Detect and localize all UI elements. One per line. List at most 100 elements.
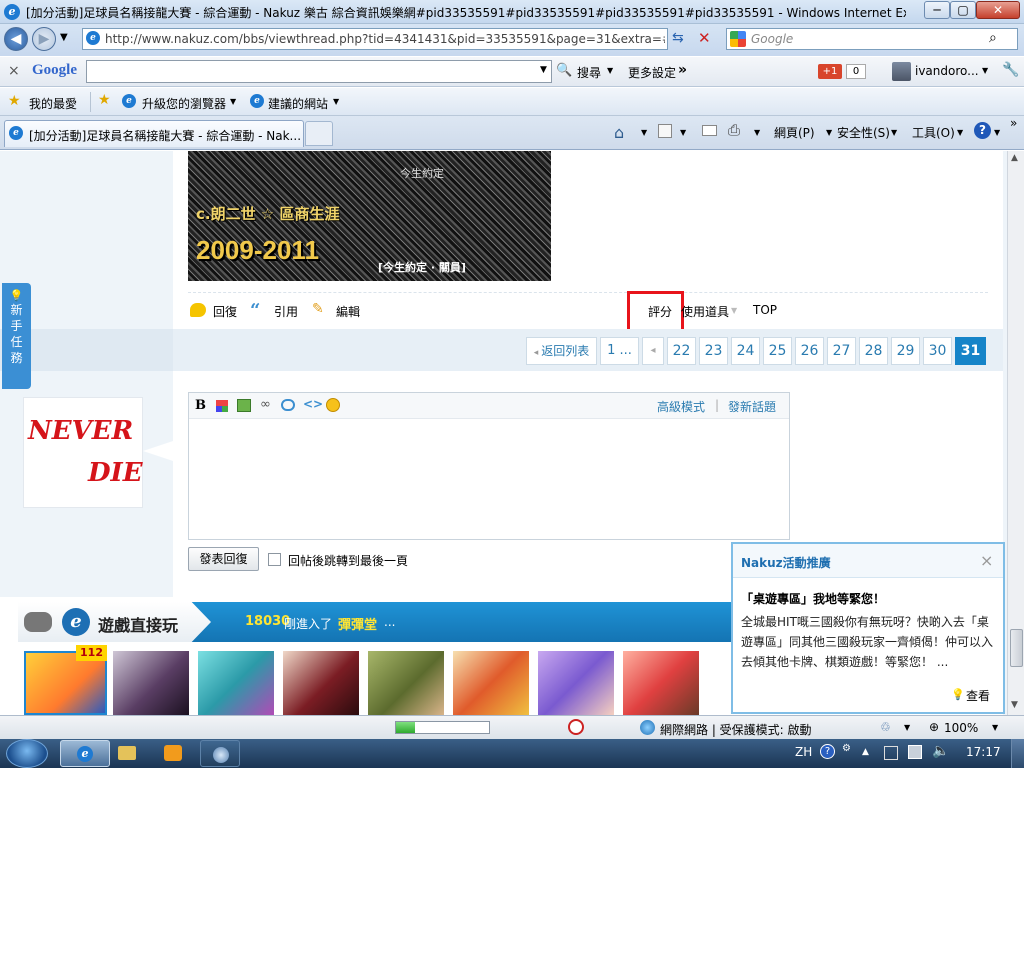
upgrade-browser-link[interactable]: 升級您的瀏覽器 — [142, 95, 226, 112]
help-dropdown-icon[interactable]: ▼ — [994, 128, 1000, 137]
taskbar-clock[interactable]: 17:17 — [966, 745, 1001, 759]
game-thumbnail-8[interactable] — [623, 651, 699, 715]
insert-link-icon[interactable]: ∞ — [260, 397, 271, 412]
toolbar-close-icon[interactable]: × — [8, 63, 20, 79]
use-tools-dropdown-icon[interactable]: ▼ — [731, 306, 737, 315]
insert-quote-bubble-icon[interactable] — [281, 399, 295, 411]
page-link-26[interactable]: 26 — [795, 337, 824, 365]
search-icon[interactable]: ⌕ — [989, 30, 997, 46]
wrench-settings-icon[interactable]: 🔧 — [1002, 62, 1019, 78]
rate-button[interactable]: 評分 — [648, 303, 672, 320]
game-thumbnail-5[interactable] — [368, 651, 444, 715]
back-arrow-icon[interactable]: ◀ — [4, 27, 28, 51]
new-tab-button[interactable] — [305, 121, 333, 146]
active-tab[interactable]: e [加分活動]足球員名稱接龍大賽 - 綜合運動 - Nak... — [4, 120, 304, 147]
safety-menu[interactable]: 安全性(S) — [837, 124, 890, 141]
home-icon[interactable]: ⌂ — [614, 123, 624, 142]
new-topic-link[interactable]: 發新話題 — [728, 398, 776, 415]
quote-button[interactable]: 引用 — [274, 303, 298, 320]
game-thumbnail-7[interactable] — [538, 651, 614, 715]
print-icon[interactable]: ⎙ — [728, 121, 740, 139]
safety-menu-dropdown-icon[interactable]: ▼ — [891, 128, 897, 137]
page-link-29[interactable]: 29 — [891, 337, 920, 365]
input-language-indicator[interactable]: ZH — [795, 745, 812, 759]
google-search-button[interactable]: 搜尋 — [577, 64, 601, 81]
help-icon[interactable]: ? — [974, 122, 991, 139]
reply-button[interactable]: 回復 — [213, 303, 237, 320]
page-menu[interactable]: 網頁(P) — [774, 124, 815, 141]
insert-image-icon[interactable] — [237, 399, 251, 412]
vertical-scrollbar[interactable]: ▲ ▼ — [1007, 151, 1024, 715]
scroll-up-arrow-icon[interactable]: ▲ — [1011, 153, 1018, 163]
privacy-report-icon[interactable] — [568, 719, 584, 735]
protected-mode-icon[interactable]: ♲ — [880, 720, 891, 734]
refresh-icon[interactable]: ⇆ — [672, 30, 684, 46]
game-thumbnail-6[interactable] — [453, 651, 529, 715]
show-desktop-button[interactable] — [1011, 739, 1024, 768]
print-dropdown-icon[interactable]: ▼ — [754, 128, 760, 137]
tray-help-icon[interactable]: ? — [820, 744, 835, 759]
taskbar-ie-button[interactable]: e — [60, 740, 110, 767]
start-button[interactable] — [6, 739, 48, 768]
page-link-28[interactable]: 28 — [859, 337, 888, 365]
game-thumbnail-2[interactable] — [113, 651, 189, 715]
jump-last-page-checkbox[interactable] — [268, 553, 281, 566]
home-dropdown-icon[interactable]: ▼ — [641, 128, 647, 137]
web-search-box[interactable]: Google ⌕ — [726, 28, 1018, 50]
promo-close-icon[interactable]: × — [980, 551, 993, 570]
use-tools-menu[interactable]: 使用道具 — [681, 303, 729, 320]
show-hidden-icons-arrow[interactable]: ▲ — [862, 747, 869, 757]
explorer-folder-icon[interactable] — [118, 746, 136, 760]
search-dropdown-icon[interactable]: ▼ — [607, 66, 613, 75]
recent-pages-chevron-icon[interactable]: ▼ — [60, 32, 68, 43]
tools-menu-dropdown-icon[interactable]: ▼ — [957, 128, 963, 137]
tools-menu[interactable]: 工具(O) — [912, 124, 955, 141]
suggested-dropdown-icon[interactable]: ▼ — [333, 97, 339, 106]
upgrade-dropdown-icon[interactable]: ▼ — [230, 97, 236, 106]
promo-view-link[interactable]: 查看 — [966, 687, 990, 704]
zoom-level[interactable]: 100% — [944, 721, 978, 735]
promo-headline[interactable]: 「桌遊專區」我地等緊您！ — [741, 590, 885, 607]
more-settings-button[interactable]: 更多設定 — [628, 64, 676, 81]
more-toolbar-chevron-icon[interactable]: » — [678, 62, 687, 78]
scrollbar-thumb[interactable] — [1010, 629, 1023, 667]
emoticon-icon[interactable] — [326, 398, 340, 412]
tray-device-icon[interactable] — [884, 746, 898, 760]
game-thumbnail-3[interactable] — [198, 651, 274, 715]
bold-icon[interactable]: B — [195, 398, 206, 413]
page-link-23[interactable]: 23 — [699, 337, 728, 365]
read-mail-icon[interactable] — [702, 125, 717, 136]
top-link[interactable]: TOP — [753, 303, 777, 317]
submit-reply-button[interactable]: 發表回復 — [188, 547, 259, 571]
newbie-task-tab[interactable]: 💡 新 手 任 務 — [2, 283, 31, 389]
page-link-24[interactable]: 24 — [731, 337, 760, 365]
games-game-name[interactable]: 彈彈堂 — [338, 614, 377, 633]
google-search-input[interactable] — [86, 60, 552, 83]
tab-overflow-chevron[interactable]: » — [1010, 116, 1017, 130]
plus-one-button[interactable]: +1 — [818, 64, 842, 79]
stop-icon[interactable]: ✕ — [698, 29, 711, 47]
address-bar[interactable]: e http://www.nakuz.com/bbs/viewthread.ph… — [82, 28, 668, 50]
search-history-dropdown-icon[interactable]: ▼ — [540, 65, 547, 75]
feeds-icon[interactable] — [658, 124, 672, 138]
forward-arrow-icon[interactable]: ▶ — [32, 27, 56, 51]
protected-mode-dropdown-icon[interactable]: ▼ — [904, 723, 910, 732]
suggested-sites-link[interactable]: 建議的網站 — [268, 95, 328, 112]
user-menu-dropdown-icon[interactable]: ▼ — [982, 66, 988, 75]
zoom-dropdown-icon[interactable]: ▼ — [992, 723, 998, 732]
page-first-link[interactable]: 1 ... — [600, 337, 639, 365]
volume-icon[interactable]: 🔈 — [932, 743, 949, 759]
favorites-button[interactable]: 我的最愛 — [29, 95, 77, 112]
back-to-list-button[interactable]: ◂ 返回列表 — [526, 337, 597, 365]
color-palette-icon[interactable] — [216, 400, 228, 412]
network-status-icon[interactable] — [908, 745, 922, 759]
maximize-button[interactable]: ▢ — [950, 1, 976, 19]
media-player-icon[interactable] — [164, 745, 182, 761]
insert-code-icon[interactable]: <> — [303, 397, 323, 411]
add-favorite-star-icon[interactable]: ★ — [98, 92, 111, 108]
taskbar-app-button[interactable] — [200, 740, 240, 767]
scroll-down-arrow-icon[interactable]: ▼ — [1011, 700, 1018, 710]
page-link-22[interactable]: 22 — [667, 337, 696, 365]
feeds-dropdown-icon[interactable]: ▼ — [680, 128, 686, 137]
page-link-30[interactable]: 30 — [923, 337, 952, 365]
